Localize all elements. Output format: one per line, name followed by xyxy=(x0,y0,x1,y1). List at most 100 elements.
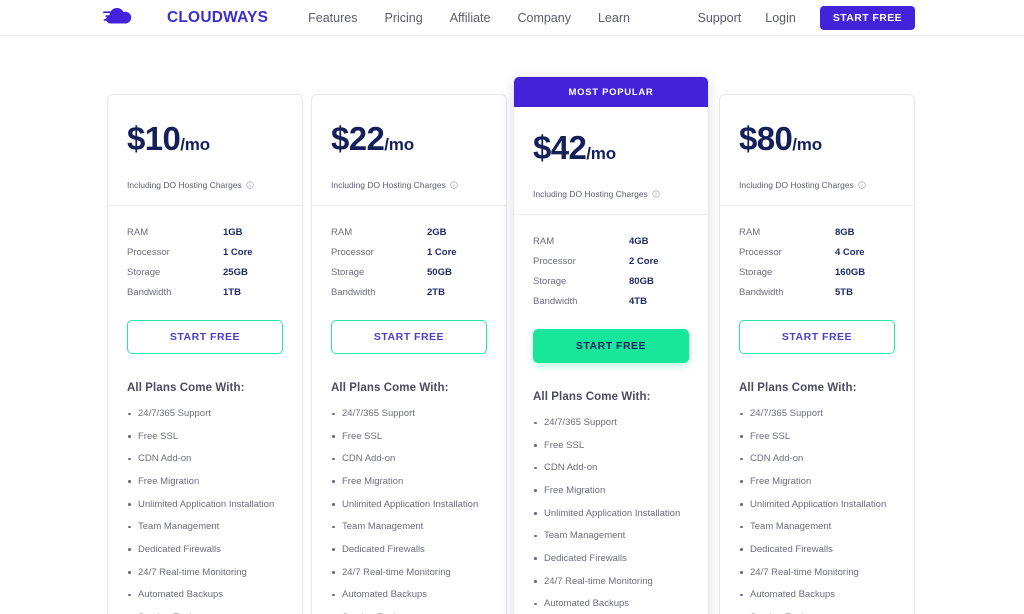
logo[interactable]: CLOUDWAYS xyxy=(103,7,268,29)
feature-item: Automated Backups xyxy=(127,589,283,601)
header-start-free-button[interactable]: START FREE xyxy=(819,5,915,30)
nav-item-features[interactable]: Features xyxy=(308,11,357,25)
spec-row-bandwidth: Bandwidth 4TB xyxy=(533,291,689,311)
pricing-card-1[interactable]: $10 /mo Including DO Hosting Charges RAM… xyxy=(107,94,303,614)
site-header: CLOUDWAYS Features Pricing Affiliate Com… xyxy=(0,0,1024,36)
spec-value: 4 Core xyxy=(835,246,865,258)
hosting-charges-text: Including DO Hosting Charges xyxy=(533,189,648,199)
spec-row-ram: RAM 2GB xyxy=(331,222,487,242)
spec-value: 1 Core xyxy=(223,246,253,258)
pricing-card-3-featured[interactable]: MOST POPULAR $42 /mo Including DO Hostin… xyxy=(513,76,709,614)
features-title: All Plans Come With: xyxy=(331,382,449,394)
nav-item-pricing[interactable]: Pricing xyxy=(384,11,422,25)
spec-label: Processor xyxy=(331,246,374,258)
feature-item: 24/7 Real-time Monitoring xyxy=(533,576,689,588)
features-title: All Plans Come With: xyxy=(127,382,245,394)
feature-item: Automated Backups xyxy=(331,589,487,601)
price-amount: $22 xyxy=(331,120,385,157)
spec-label: Storage xyxy=(739,266,773,278)
spec-label: Bandwidth xyxy=(127,286,172,298)
plan-start-free-button[interactable]: START FREE xyxy=(127,320,283,354)
pricing-card-2[interactable]: $22 /mo Including DO Hosting Charges RAM… xyxy=(311,94,507,614)
feature-item: 24/7/365 Support xyxy=(127,408,283,420)
brand-name: CLOUDWAYS xyxy=(167,8,269,26)
spec-value: 160GB xyxy=(835,266,866,278)
info-icon[interactable] xyxy=(858,181,866,189)
pricing-card-4[interactable]: $80 /mo Including DO Hosting Charges RAM… xyxy=(719,94,915,614)
spec-value: 5TB xyxy=(835,286,853,298)
spec-row-ram: RAM 8GB xyxy=(739,222,895,242)
spec-value: 25GB xyxy=(223,266,248,278)
spec-row-storage: Storage 25GB xyxy=(127,262,283,282)
pricing-plans-section: $10 /mo Including DO Hosting Charges RAM… xyxy=(0,36,1024,614)
spec-row-storage: Storage 160GB xyxy=(739,262,895,282)
specs-table: RAM 8GB Processor 4 Core Storage 160GB B… xyxy=(739,206,895,302)
feature-item: CDN Add-on xyxy=(739,453,895,465)
feature-item: Unlimited Application Installation xyxy=(739,499,895,511)
feature-item: Team Management xyxy=(739,521,895,533)
features-title: All Plans Come With: xyxy=(739,382,857,394)
specs-table: RAM 4GB Processor 2 Core Storage 80GB Ba… xyxy=(533,215,689,311)
feature-item: Team Management xyxy=(533,530,689,542)
nav-item-affiliate[interactable]: Affiliate xyxy=(450,11,491,25)
feature-item: 24/7 Real-time Monitoring xyxy=(331,567,487,579)
features-list: 24/7/365 Support Free SSL CDN Add-on Fre… xyxy=(127,408,283,614)
spec-label: Bandwidth xyxy=(533,295,578,307)
feature-item: 24/7 Real-time Monitoring xyxy=(127,567,283,579)
spec-label: Bandwidth xyxy=(739,286,784,298)
spec-row-ram: RAM 1GB xyxy=(127,222,283,242)
features-list: 24/7/365 Support Free SSL CDN Add-on Fre… xyxy=(739,408,895,614)
support-link[interactable]: Support xyxy=(697,11,741,25)
spec-row-processor: Processor 1 Core xyxy=(127,242,283,262)
feature-item: Free SSL xyxy=(127,431,283,443)
spec-row-bandwidth: Bandwidth 2TB xyxy=(331,282,487,302)
most-popular-badge: MOST POPULAR xyxy=(514,77,708,107)
feature-item: Dedicated Firewalls xyxy=(331,544,487,556)
hosting-charges-note: Including DO Hosting Charges xyxy=(739,180,895,205)
nav-item-company[interactable]: Company xyxy=(517,11,571,25)
feature-item: 24/7/365 Support xyxy=(739,408,895,420)
spec-value: 2 Core xyxy=(629,255,659,267)
spec-label: RAM xyxy=(739,226,761,238)
feature-item: Team Management xyxy=(127,521,283,533)
price-block: $80 /mo xyxy=(739,95,895,155)
price-suffix: /mo xyxy=(586,144,616,163)
feature-item: Free SSL xyxy=(739,431,895,443)
feature-item: CDN Add-on xyxy=(331,453,487,465)
info-icon[interactable] xyxy=(246,181,254,189)
spec-label: RAM xyxy=(331,226,353,238)
spec-row-processor: Processor 2 Core xyxy=(533,251,689,271)
plan-start-free-button[interactable]: START FREE xyxy=(533,329,689,363)
feature-item: Free Migration xyxy=(127,476,283,488)
info-icon[interactable] xyxy=(652,190,660,198)
feature-item: 24/7/365 Support xyxy=(533,417,689,429)
plan-start-free-button[interactable]: START FREE xyxy=(331,320,487,354)
feature-item: Dedicated Firewalls xyxy=(739,544,895,556)
price-block: $22 /mo xyxy=(331,95,487,155)
specs-table: RAM 1GB Processor 1 Core Storage 25GB Ba… xyxy=(127,206,283,302)
spec-row-bandwidth: Bandwidth 1TB xyxy=(127,282,283,302)
feature-item: Team Management xyxy=(331,521,487,533)
features-title: All Plans Come With: xyxy=(533,391,651,403)
nav-item-learn[interactable]: Learn xyxy=(598,11,630,25)
feature-item: Free Migration xyxy=(739,476,895,488)
spec-label: Storage xyxy=(127,266,161,278)
price-suffix: /mo xyxy=(384,135,414,154)
feature-item: Automated Backups xyxy=(533,598,689,610)
login-link[interactable]: Login xyxy=(765,11,796,25)
feature-item: Unlimited Application Installation xyxy=(533,508,689,520)
feature-item: Free Migration xyxy=(533,485,689,497)
header-actions: Support Login START FREE xyxy=(697,5,915,30)
plan-start-free-button[interactable]: START FREE xyxy=(739,320,895,354)
feature-item: Unlimited Application Installation xyxy=(331,499,487,511)
info-icon[interactable] xyxy=(450,181,458,189)
specs-table: RAM 2GB Processor 1 Core Storage 50GB Ba… xyxy=(331,206,487,302)
feature-item: Free Migration xyxy=(331,476,487,488)
spec-label: Processor xyxy=(533,255,576,267)
spec-value: 2TB xyxy=(427,286,445,298)
price-suffix: /mo xyxy=(180,135,210,154)
spec-value: 2GB xyxy=(427,226,447,238)
spec-row-storage: Storage 80GB xyxy=(533,271,689,291)
spec-value: 1GB xyxy=(223,226,243,238)
price-suffix: /mo xyxy=(792,135,822,154)
